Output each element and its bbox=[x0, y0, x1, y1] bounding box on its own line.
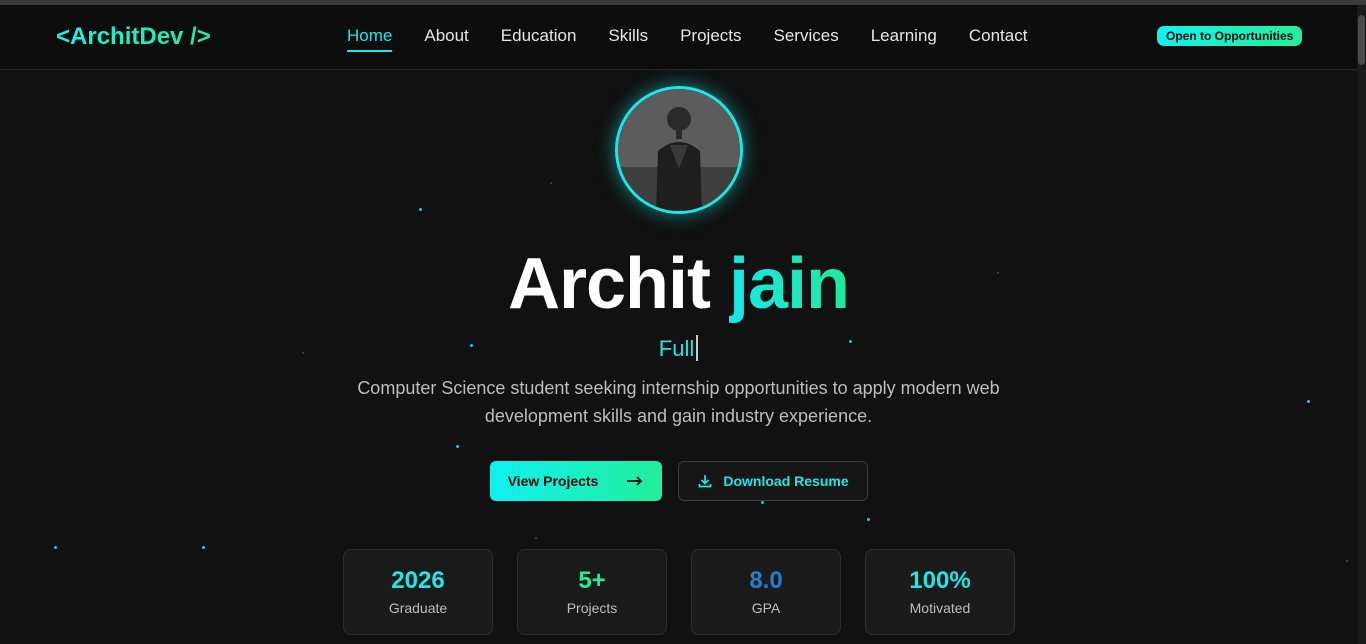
nav-item-education[interactable]: Education bbox=[501, 26, 577, 46]
scrollbar-thumb[interactable] bbox=[1358, 15, 1365, 65]
nav-item-contact[interactable]: Contact bbox=[969, 26, 1028, 46]
stat-card-gpa: 8.0 GPA bbox=[691, 549, 841, 635]
typing-text: Full bbox=[658, 336, 695, 361]
profile-avatar bbox=[615, 86, 743, 214]
hero-last-name: jain bbox=[729, 244, 850, 324]
stat-label: Motivated bbox=[909, 600, 971, 616]
stat-label: Projects bbox=[566, 600, 618, 616]
open-to-opportunities-badge: Open to Opportunities bbox=[1157, 26, 1303, 46]
nav-item-about[interactable]: About bbox=[424, 26, 468, 46]
download-resume-button[interactable]: Download Resume bbox=[678, 461, 868, 501]
stat-label: GPA bbox=[751, 600, 781, 616]
scrollbar[interactable] bbox=[1357, 5, 1366, 644]
stat-value: 100% bbox=[909, 567, 971, 594]
hero-description: Computer Science student seeking interns… bbox=[357, 378, 1000, 426]
stat-value: 8.0 bbox=[749, 567, 783, 594]
stat-card-motivated: 100% Motivated bbox=[865, 549, 1015, 635]
typing-caret bbox=[696, 335, 699, 361]
stat-card-projects: 5+ Projects bbox=[517, 549, 667, 635]
view-projects-button[interactable]: View Projects bbox=[490, 461, 662, 501]
arrow-right-icon bbox=[627, 476, 643, 486]
typing-role: Full bbox=[0, 335, 1357, 362]
nav-item-projects[interactable]: Projects bbox=[680, 26, 741, 46]
profile-photo-icon bbox=[618, 89, 740, 211]
nav-item-home[interactable]: Home bbox=[347, 26, 393, 52]
download-icon bbox=[699, 475, 712, 488]
view-projects-label: View Projects bbox=[507, 473, 599, 489]
top-navbar: <ArchitDev /> Home About Education Skill… bbox=[0, 5, 1357, 70]
hero-first-name: Archit bbox=[507, 244, 711, 324]
nav-item-skills[interactable]: Skills bbox=[608, 26, 648, 46]
stat-value: 5+ bbox=[578, 567, 606, 594]
hero-name: Archit jain bbox=[0, 243, 1357, 325]
nav-item-services[interactable]: Services bbox=[774, 26, 839, 46]
site-logo[interactable]: <ArchitDev /> bbox=[56, 23, 211, 51]
stat-label: Graduate bbox=[388, 600, 448, 616]
stat-value: 2026 bbox=[391, 567, 445, 594]
stat-card-graduate: 2026 Graduate bbox=[343, 549, 493, 635]
main-nav: Home About Education Skills Projects Ser… bbox=[347, 26, 1059, 52]
download-resume-label: Download Resume bbox=[723, 473, 849, 489]
nav-item-learning[interactable]: Learning bbox=[871, 26, 937, 46]
